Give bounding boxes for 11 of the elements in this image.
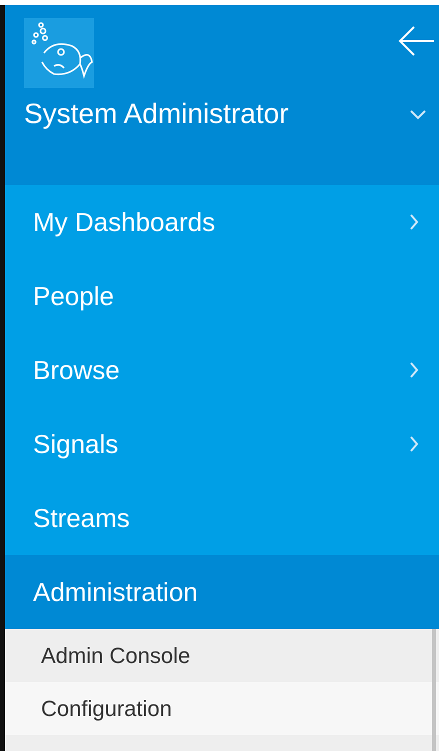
menu-item[interactable]: My Dashboards	[5, 185, 439, 259]
back-arrow-icon[interactable]	[397, 25, 435, 57]
chevron-down-icon[interactable]	[409, 108, 427, 120]
menu-item[interactable]: People	[5, 259, 439, 333]
submenu-item[interactable]: Configuration	[5, 682, 439, 735]
menu-item[interactable]: Signals	[5, 407, 439, 481]
fish-avatar-icon	[24, 18, 94, 88]
menu-item[interactable]: Administration	[5, 555, 439, 629]
menu-item[interactable]: Streams	[5, 481, 439, 555]
user-name: System Administrator	[24, 98, 289, 130]
menu-item[interactable]: Browse	[5, 333, 439, 407]
